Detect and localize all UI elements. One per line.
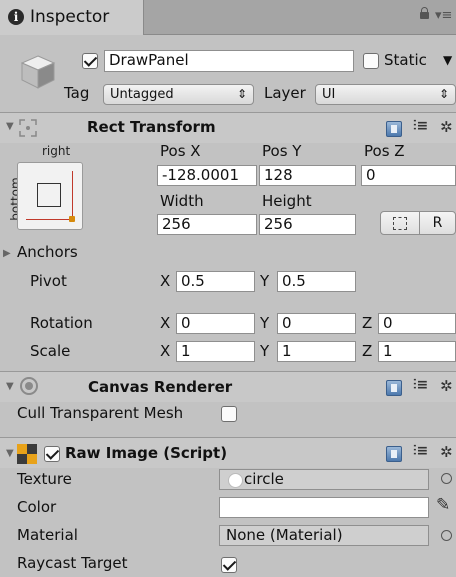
tag-dropdown[interactable]: Untagged ⇕ [103,84,254,105]
raycast-target-label: Raycast Target [17,554,128,572]
height-field[interactable]: 256 [259,214,356,235]
layer-dropdown-value: UI [322,87,336,102]
scale-z-axis-label: Z [362,342,373,360]
rotation-y-field[interactable]: 0 [277,313,356,334]
foldout-arrow-icon[interactable]: ▼ [6,381,14,392]
circle-texture-icon [228,473,243,488]
eyedropper-icon[interactable]: ✎ [436,495,450,515]
color-alpha-bar [220,514,428,517]
gear-icon[interactable]: ✲ [440,118,453,136]
canvas-renderer-icon [18,375,40,397]
layer-label: Layer [264,84,306,102]
scale-z-field[interactable]: 1 [378,341,456,362]
object-picker-icon[interactable] [441,530,452,541]
help-book-icon[interactable] [386,446,402,462]
gear-icon[interactable]: ✲ [440,443,453,461]
blueprint-icon [393,217,407,230]
canvas-renderer-title: Canvas Renderer [88,378,233,396]
color-field[interactable] [219,497,429,518]
material-field[interactable]: None (Material) [219,525,429,546]
cull-transparent-mesh-label: Cull Transparent Mesh [17,404,184,422]
pos-y-field[interactable]: 128 [259,165,356,186]
width-field[interactable]: 256 [157,214,257,235]
anchors-foldout-arrow-icon[interactable]: ▶ [3,248,11,259]
anchor-top-label: right [42,144,71,158]
pivot-label: Pivot [30,272,67,290]
presets-sliders-icon[interactable]: ⫶≡ [413,118,428,134]
tag-dropdown-value: Untagged [110,87,174,102]
inspector-tab-label: Inspector [30,7,110,27]
pivot-y-axis-label: Y [260,272,270,290]
pivot-x-axis-label: X [160,272,171,290]
anchor-rect [37,183,61,207]
raycast-target-checkbox[interactable] [221,557,237,573]
info-icon: i [8,9,24,25]
presets-sliders-icon[interactable]: ⫶≡ [413,443,428,459]
pivot-x-field[interactable]: 0.5 [176,271,255,292]
object-picker-icon[interactable] [441,473,452,484]
raw-image-enabled-checkbox[interactable] [44,446,60,462]
height-label: Height [262,192,312,210]
help-book-icon[interactable] [386,121,402,137]
scale-y-axis-label: Y [260,342,270,360]
rect-transform-icon [17,117,39,139]
rotation-label: Rotation [30,314,93,332]
rect-transform-title: Rect Transform [87,118,216,136]
anchor-point [69,216,75,222]
foldout-arrow-icon[interactable]: ▼ [6,448,14,459]
scale-label: Scale [30,342,71,360]
scale-y-field[interactable]: 1 [277,341,356,362]
rotation-z-axis-label: Z [362,314,373,332]
texture-label: Texture [17,470,72,488]
anchor-preset-button[interactable] [17,162,83,230]
texture-field[interactable]: circle [219,469,429,490]
layer-dropdown[interactable]: UI ⇕ [315,84,456,105]
cull-transparent-mesh-checkbox[interactable] [221,406,237,422]
foldout-arrow-icon[interactable]: ▼ [6,121,14,132]
raw-image-title: Raw Image (Script) [65,444,228,462]
chevron-updown-icon: ⇕ [236,87,247,101]
lock-icon[interactable] [420,7,429,19]
scale-x-field[interactable]: 1 [176,341,255,362]
static-label: Static [384,51,427,69]
tag-label: Tag [64,84,90,102]
inspector-tab[interactable]: i Inspector [0,0,144,35]
presets-sliders-icon[interactable]: ⫶≡ [413,377,428,393]
pos-z-field[interactable]: 0 [361,165,456,186]
pos-x-label: Pos X [160,142,201,160]
rotation-y-axis-label: Y [260,314,270,332]
help-book-icon[interactable] [386,380,402,396]
width-label: Width [160,192,204,210]
blueprint-mode-button[interactable] [380,211,420,235]
gear-icon[interactable]: ✲ [440,377,453,395]
pos-y-label: Pos Y [262,142,302,160]
menu-icon[interactable]: ▾≡ [435,8,452,23]
raw-edit-button[interactable]: R [419,211,456,235]
pos-z-label: Pos Z [364,142,405,160]
gameobject-name-field[interactable]: DrawPanel [104,50,354,72]
gameobject-cube-icon [18,52,58,92]
texture-value: circle [244,470,284,488]
scale-x-axis-label: X [160,342,171,360]
raw-image-icon [17,444,37,464]
pos-x-field[interactable]: -128.0001 [157,165,257,186]
pivot-y-field[interactable]: 0.5 [277,271,356,292]
rotation-x-axis-label: X [160,314,171,332]
anchors-label[interactable]: Anchors [17,243,78,261]
color-label: Color [17,498,57,516]
static-checkbox[interactable] [363,53,379,69]
static-dropdown-arrow[interactable]: ▼ [443,53,452,67]
rotation-z-field[interactable]: 0 [378,313,456,334]
rotation-x-field[interactable]: 0 [176,313,255,334]
material-label: Material [17,526,78,544]
gameobject-active-checkbox[interactable] [82,53,98,69]
chevron-updown-icon: ⇕ [438,87,449,101]
